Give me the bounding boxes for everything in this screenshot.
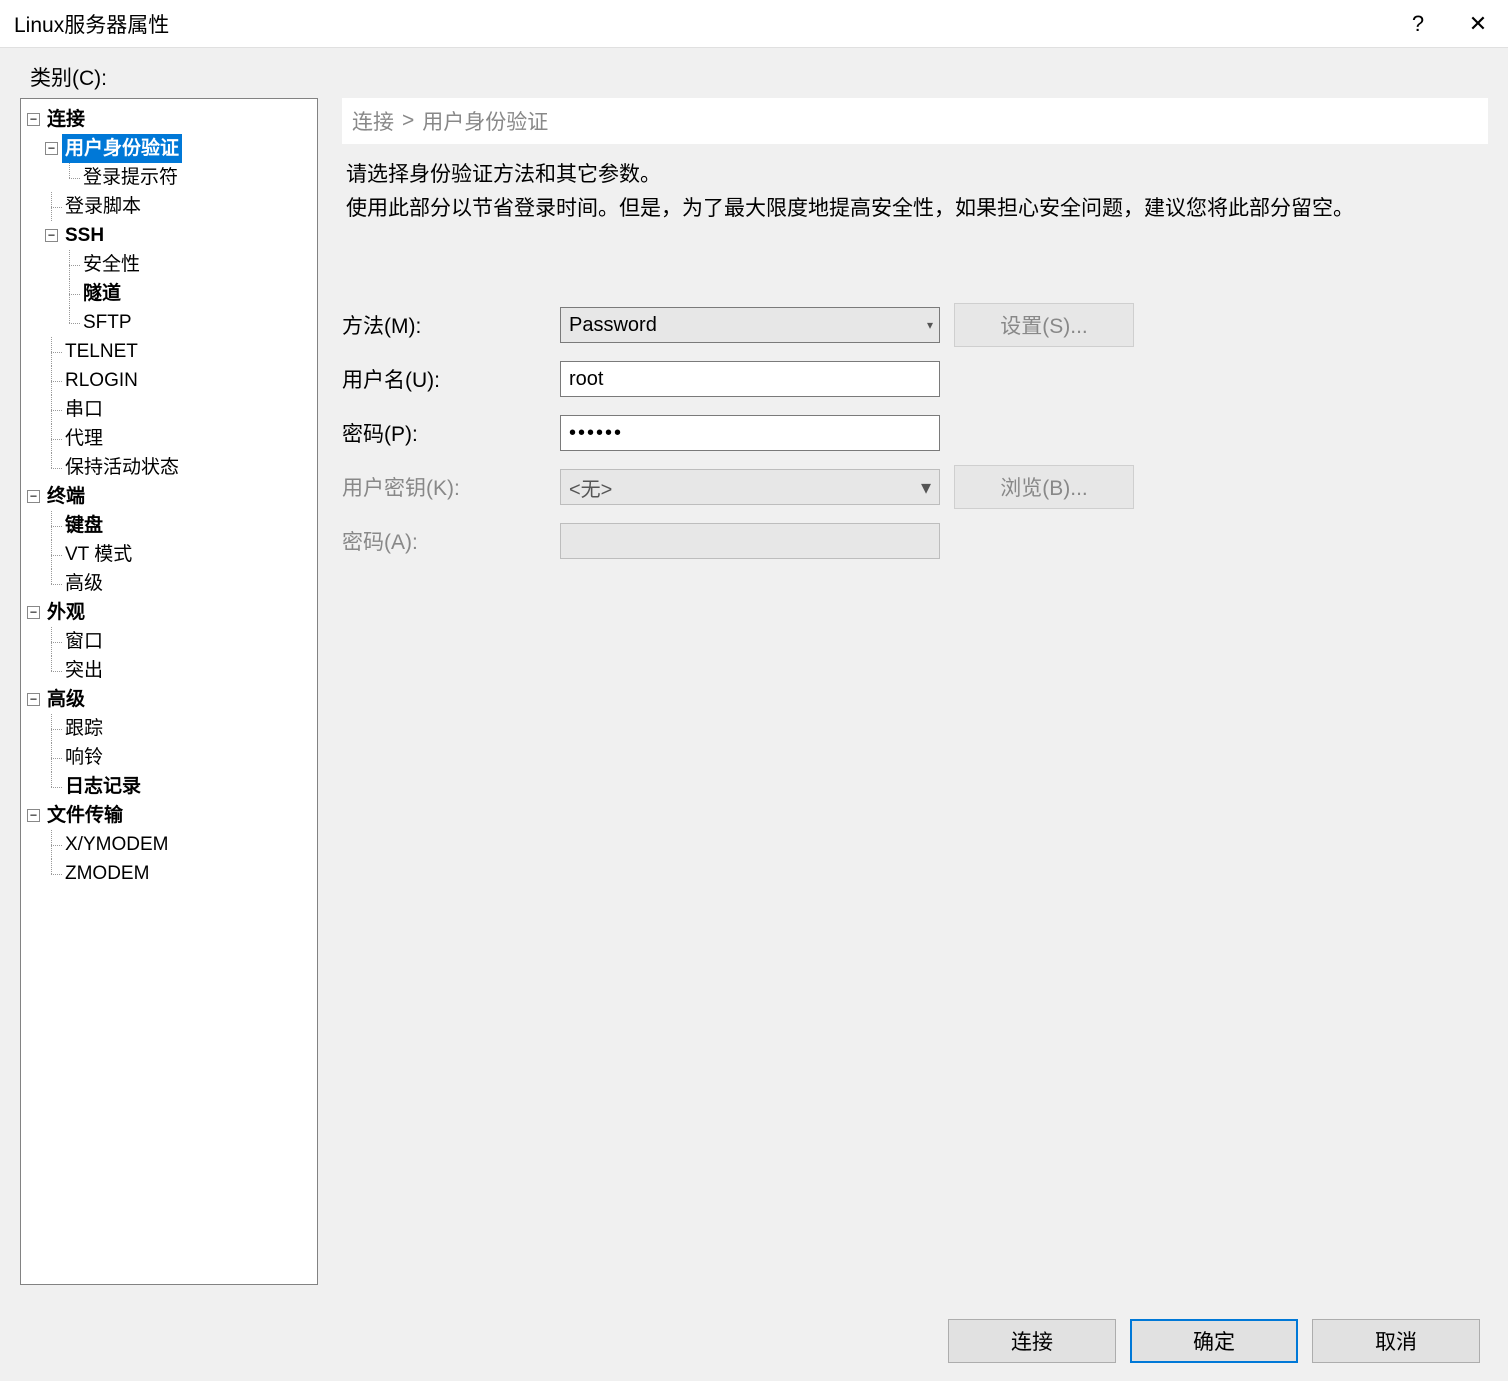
connect-button[interactable]: 连接 [948, 1319, 1116, 1363]
tree-item-terminal[interactable]: 终端 [44, 482, 88, 511]
method-label: 方法(M): [342, 310, 560, 340]
tree-item-appearance[interactable]: 外观 [44, 598, 88, 627]
tree-item-advanced[interactable]: 高级 [44, 685, 88, 714]
description-line1: 请选择身份验证方法和其它参数。 [346, 158, 1484, 192]
breadcrumb: 连接 > 用户身份验证 [342, 98, 1488, 144]
userkey-select: <无> ▾ [560, 469, 940, 505]
tree-item-advanced1[interactable]: 高级 [62, 569, 106, 598]
cancel-button[interactable]: 取消 [1312, 1319, 1480, 1363]
tree-item-logging[interactable]: 日志记录 [62, 772, 144, 801]
tree-item-vtmode[interactable]: VT 模式 [62, 540, 135, 569]
tree-item-ssh[interactable]: SSH [62, 221, 107, 250]
tree-item-serial[interactable]: 串口 [62, 395, 106, 424]
minus-icon[interactable]: − [27, 113, 40, 126]
dialog-buttons: 连接 确定 取消 [948, 1319, 1480, 1363]
minus-icon[interactable]: − [27, 606, 40, 619]
tree-item-keyboard[interactable]: 键盘 [62, 511, 106, 540]
userkey-label: 用户密钥(K): [342, 472, 560, 502]
tree-item-proxy[interactable]: 代理 [62, 424, 106, 453]
chevron-down-icon: ▾ [927, 318, 933, 332]
settings-button: 设置(S)... [954, 303, 1134, 347]
description: 请选择身份验证方法和其它参数。 使用此部分以节省登录时间。但是，为了最大限度地提… [346, 158, 1484, 226]
tree-item-filetransfer[interactable]: 文件传输 [44, 801, 126, 830]
tree-item-highlight[interactable]: 突出 [62, 656, 106, 685]
tree-item-keepalive[interactable]: 保持活动状态 [62, 453, 182, 482]
help-button[interactable]: ? [1388, 0, 1448, 48]
breadcrumb-root: 连接 [352, 106, 394, 136]
chevron-down-icon: ▾ [921, 475, 931, 500]
window-title: Linux服务器属性 [14, 9, 1388, 39]
method-select[interactable]: Password ▾ [560, 307, 940, 343]
tree-item-userauth[interactable]: 用户身份验证 [62, 134, 182, 163]
breadcrumb-sep: > [402, 109, 414, 133]
dialog-body: 类别(C): − 连接 − 用户身份验证 登录提示符 [0, 48, 1508, 1381]
tree-item-connection[interactable]: 连接 [44, 105, 88, 134]
description-line2: 使用此部分以节省登录时间。但是，为了最大限度地提高安全性，如果担心安全问题，建议… [346, 192, 1484, 226]
close-button[interactable]: ✕ [1448, 0, 1508, 48]
minus-icon[interactable]: − [27, 809, 40, 822]
tree-item-loginprompt[interactable]: 登录提示符 [80, 163, 181, 192]
titlebar: Linux服务器属性 ? ✕ [0, 0, 1508, 48]
tree-item-rlogin[interactable]: RLOGIN [62, 366, 141, 395]
password-label: 密码(P): [342, 418, 560, 448]
tree-item-telnet[interactable]: TELNET [62, 337, 141, 366]
minus-icon[interactable]: − [45, 229, 58, 242]
auth-form: 方法(M): Password ▾ 设置(S)... 用户名(U): 密码(P)… [342, 298, 1488, 568]
tree-item-trace[interactable]: 跟踪 [62, 714, 106, 743]
tree-item-sftp[interactable]: SFTP [80, 308, 135, 337]
tree-item-xymodem[interactable]: X/YMODEM [62, 830, 171, 859]
category-label: 类别(C): [30, 62, 1488, 92]
settings-panel: 连接 > 用户身份验证 请选择身份验证方法和其它参数。 使用此部分以节省登录时间… [342, 98, 1488, 1285]
minus-icon[interactable]: − [45, 142, 58, 155]
tree-item-window[interactable]: 窗口 [62, 627, 106, 656]
minus-icon[interactable]: − [27, 693, 40, 706]
username-label: 用户名(U): [342, 364, 560, 394]
category-tree[interactable]: − 连接 − 用户身份验证 登录提示符 登录脚本 [20, 98, 318, 1285]
password-input[interactable]: •••••• [560, 415, 940, 451]
tree-item-bell[interactable]: 响铃 [62, 743, 106, 772]
passphrase-input [560, 523, 940, 559]
ok-button[interactable]: 确定 [1130, 1319, 1298, 1363]
minus-icon[interactable]: − [27, 490, 40, 503]
browse-button: 浏览(B)... [954, 465, 1134, 509]
tree-item-security[interactable]: 安全性 [80, 250, 143, 279]
userkey-value: <无> [569, 473, 612, 502]
breadcrumb-leaf: 用户身份验证 [422, 106, 548, 136]
tree-item-tunnel[interactable]: 隧道 [80, 279, 124, 308]
tree-item-zmodem[interactable]: ZMODEM [62, 859, 152, 888]
tree-item-loginscript[interactable]: 登录脚本 [62, 192, 144, 221]
username-input[interactable] [560, 361, 940, 397]
passphrase-label: 密码(A): [342, 526, 560, 556]
method-value: Password [569, 314, 657, 337]
